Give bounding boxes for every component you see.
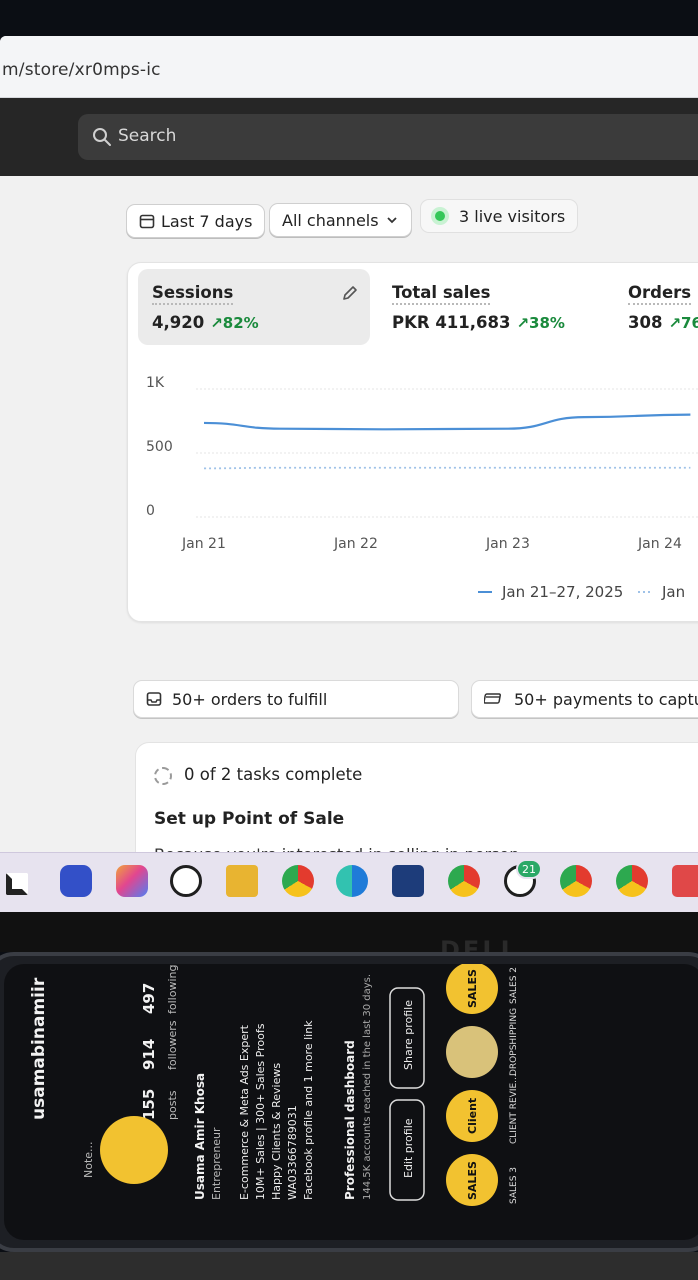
- live-status-dot: [435, 211, 445, 221]
- store-icon[interactable]: [392, 865, 424, 897]
- share-profile-label: Share profile: [402, 1000, 415, 1070]
- tasks-progress-text: 0 of 2 tasks complete: [184, 765, 363, 784]
- chart-y-axis: 1K 500 0: [146, 375, 173, 519]
- channels-label: All channels: [282, 210, 379, 230]
- download-icon[interactable]: [672, 865, 698, 897]
- y-tick-label: 500: [146, 439, 173, 455]
- live-visitors-label: 3 live visitors: [459, 206, 566, 226]
- note-bubble: Note...: [82, 1141, 95, 1178]
- metrics-card: Sessions 4,920 ↗82% Total sales PKR 411,6…: [127, 262, 698, 622]
- meet-icon[interactable]: [60, 865, 92, 897]
- bio-link: Facebook profile and 1 more link: [302, 1020, 315, 1200]
- photo-stage: m/store/xr0mps-ic Search Last 7 days All…: [0, 0, 698, 1280]
- search-icon: [93, 128, 111, 146]
- url-text[interactable]: m/store/xr0mps-ic: [2, 60, 161, 80]
- payments-to-capture-button[interactable]: 50+ payments to captu: [471, 680, 698, 718]
- highlight-badge: SALES: [466, 1161, 479, 1200]
- monitor-bezel: DELL: [0, 912, 698, 964]
- notification-badge: 21: [516, 859, 542, 879]
- following-label: following: [166, 965, 179, 1014]
- bio-line: Happy Clients & Reviews: [270, 1063, 283, 1200]
- chevron-down-icon: [386, 217, 397, 224]
- file-explorer-icon[interactable]: [226, 865, 258, 897]
- edit-profile-label: Edit profile: [402, 1118, 415, 1178]
- calendar-icon: [139, 214, 155, 229]
- legend-label: Jan 21–27, 2025: [501, 583, 623, 601]
- highlight-label: SALES 2: [509, 967, 519, 1004]
- channels-dropdown[interactable]: All channels: [269, 203, 412, 237]
- date-range-label: Last 7 days: [161, 211, 253, 231]
- payment-icon: [484, 693, 501, 704]
- posts-count: 155: [140, 1089, 158, 1120]
- chrome-icon[interactable]: [616, 865, 648, 897]
- dashboard-subtitle: 144.5K accounts reached in the last 30 d…: [362, 974, 373, 1200]
- x-tick-label: Jan 23: [485, 536, 530, 552]
- highlight-badge: SALES: [466, 969, 479, 1008]
- y-tick-label: 0: [146, 503, 155, 519]
- chart-series: [203, 413, 691, 470]
- whatsapp-icon[interactable]: 21: [504, 859, 542, 897]
- phone: usamabinamiir 155 posts 914 followers 49…: [0, 952, 698, 1252]
- highlight-label: DROPSHIPPING: [509, 1008, 519, 1076]
- admin-top-bar: Search: [0, 98, 698, 176]
- highlight-label: CLIENT REVIE...: [509, 1074, 519, 1144]
- windows-taskbar: 21: [0, 852, 698, 912]
- copilot-icon[interactable]: [116, 865, 148, 897]
- browser-address-bar[interactable]: m/store/xr0mps-ic: [0, 36, 698, 98]
- setup-task-title[interactable]: Set up Point of Sale: [154, 809, 344, 829]
- bio-line: E-commerce & Meta Ads Expert: [238, 1024, 251, 1200]
- inbox-icon: [146, 692, 162, 706]
- profile-name: Usama Amir Khosa: [193, 1073, 207, 1200]
- following-count: 497: [140, 983, 158, 1014]
- profile-category: Entrepreneur: [210, 1127, 223, 1200]
- chart-x-axis: Jan 21 Jan 22 Jan 23 Jan 24: [181, 536, 682, 552]
- monitor-screen: m/store/xr0mps-ic Search Last 7 days All…: [0, 36, 698, 912]
- chart-legend: Jan 21–27, 2025 Jan: [478, 583, 685, 601]
- chrome-icon[interactable]: [448, 865, 480, 897]
- bio-line: 10M+ Sales | 300+ Sales Proofs: [254, 1023, 267, 1200]
- sessions-chart: 1K 500 0 Jan 21 Jan 22 Jan 23 Jan 24 Jan 21–2…: [146, 375, 698, 601]
- instagram-profile: usamabinamiir 155 posts 914 followers 49…: [29, 964, 519, 1206]
- dashboard-title: Professional dashboard: [343, 1040, 357, 1200]
- progress-circle-icon: [154, 767, 172, 785]
- windows-icon[interactable]: [6, 873, 28, 895]
- x-tick-label: Jan 21: [181, 536, 226, 552]
- chart-grid: [196, 388, 698, 518]
- live-visitors-button[interactable]: 3 live visitors: [420, 199, 579, 233]
- series-line-1: [203, 466, 691, 470]
- chrome-icon[interactable]: [560, 865, 592, 897]
- home-content: Last 7 days All channels 3 live visitors…: [0, 176, 698, 882]
- desk-surface: [0, 1252, 698, 1280]
- x-tick-label: Jan 22: [333, 536, 378, 552]
- search-placeholder: Search: [118, 126, 177, 146]
- followers-label: followers: [166, 1020, 179, 1070]
- username: usamabinamiir: [29, 977, 49, 1120]
- phone-screen: usamabinamiir 155 posts 914 followers 49…: [4, 964, 698, 1240]
- date-range-button[interactable]: Last 7 days: [126, 204, 266, 238]
- whatsapp-icon[interactable]: [170, 865, 202, 897]
- y-tick-label: 1K: [146, 375, 165, 391]
- highlight[interactable]: [446, 1026, 498, 1078]
- bio-line: WA03366789031: [286, 1105, 299, 1200]
- avatar[interactable]: [100, 1116, 168, 1184]
- highlight-label: SALES 3: [509, 1167, 519, 1204]
- posts-label: posts: [166, 1090, 179, 1120]
- payments-to-capture-label: 50+ payments to captu: [514, 689, 698, 709]
- search-input[interactable]: Search: [78, 114, 698, 160]
- legend-label: Jan: [661, 583, 685, 601]
- orders-to-fulfill-label: 50+ orders to fulfill: [172, 689, 328, 709]
- edge-icon[interactable]: [336, 865, 368, 897]
- chrome-icon[interactable]: [282, 865, 314, 897]
- orders-to-fulfill-button[interactable]: 50+ orders to fulfill: [133, 680, 459, 718]
- highlight-badge: Client: [466, 1098, 479, 1134]
- x-tick-label: Jan 24: [637, 536, 682, 552]
- series-line-0: [203, 413, 691, 431]
- followers-count: 914: [140, 1039, 158, 1070]
